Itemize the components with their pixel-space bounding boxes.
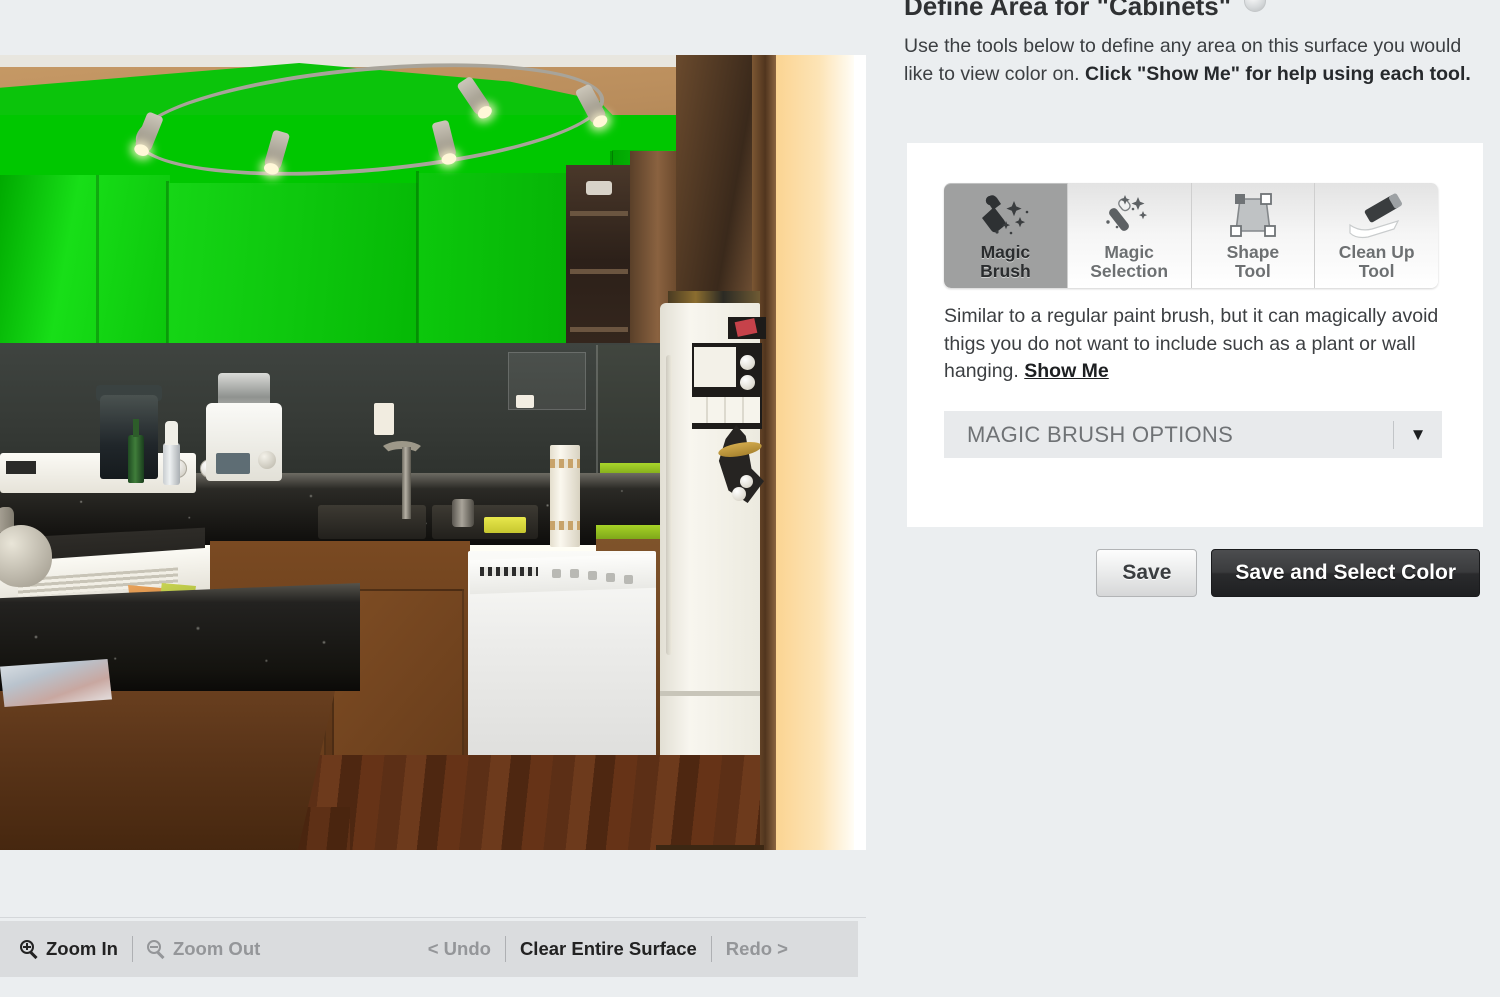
wall-panel	[508, 352, 586, 410]
fridge-magnet	[740, 355, 755, 370]
stove-display	[6, 461, 36, 474]
sponge	[484, 517, 526, 533]
appliance-screen	[216, 453, 250, 474]
tab-clean-up-tool-label: Clean Up Tool	[1338, 242, 1415, 282]
page-title: Define Area for "Cabinets"	[904, 0, 1232, 21]
tab-magic-selection-label: Magic Selection	[1090, 242, 1169, 282]
faucet-neck	[402, 447, 411, 519]
fridge-note	[694, 347, 736, 387]
shape-polygon-icon	[1222, 191, 1284, 239]
wine-bottle	[128, 419, 144, 483]
history-controls: < Undo Clear Entire Surface Redo >	[414, 936, 858, 962]
papers-on-island	[0, 659, 112, 707]
save-and-select-color-button[interactable]: Save and Select Color	[1211, 549, 1480, 597]
magic-brush-options-accordion[interactable]: MAGIC BRUSH OPTIONS ▼	[944, 411, 1442, 458]
photo-layers	[0, 55, 854, 850]
zoom-in-icon	[20, 939, 39, 959]
action-buttons: Save Save and Select Color	[866, 549, 1500, 597]
appliance-dial	[258, 451, 276, 469]
define-area-panel: Define Area for "Cabinets" Use the tools…	[866, 0, 1500, 997]
options-right: ▼	[1393, 411, 1442, 458]
canvas-bottom-margin	[0, 850, 866, 917]
fridge-magnet	[740, 475, 753, 488]
magic-wand-icon	[1098, 191, 1160, 239]
spray-bottle	[163, 421, 180, 485]
tab-magic-brush[interactable]: Magic Brush	[944, 183, 1068, 288]
far-wall	[776, 55, 854, 850]
fridge-calendar	[690, 397, 760, 423]
tool-description-text: Similar to a regular paint brush, but it…	[944, 305, 1439, 383]
redo-button[interactable]: Redo >	[712, 938, 802, 960]
zoom-out-icon	[146, 939, 166, 959]
magic-brush-icon	[974, 191, 1036, 239]
zoom-in-label: Zoom In	[46, 938, 118, 959]
zoom-out-label: Zoom Out	[172, 938, 261, 959]
undo-button[interactable]: < Undo	[414, 938, 505, 960]
light-switch	[374, 403, 394, 435]
soap-dispenser	[452, 499, 474, 527]
paper-towel-band	[550, 459, 580, 468]
chevron-down-icon[interactable]: ▼	[1394, 425, 1442, 445]
room-photo[interactable]	[0, 55, 854, 850]
fridge-magnet	[740, 375, 755, 390]
paper-towel-band	[550, 521, 580, 530]
fridge-door-seam	[660, 691, 760, 696]
help-circle-icon[interactable]	[1244, 0, 1266, 12]
eraser-icon	[1346, 191, 1408, 239]
fridge-magnet	[732, 487, 746, 501]
canvas-toolbar: Zoom In Zoom Out < Undo Clear Entire Sur…	[0, 921, 858, 977]
clear-entire-surface-button[interactable]: Clear Entire Surface	[506, 938, 711, 960]
tool-tab-strip: Magic Brush Magic Selection Shape Tool C…	[944, 183, 1438, 288]
tool-description: Similar to a regular paint brush, but it…	[944, 303, 1454, 386]
tab-shape-tool[interactable]: Shape Tool	[1192, 183, 1316, 288]
zoom-in-button[interactable]: Zoom In	[6, 938, 132, 960]
tab-clean-up-tool[interactable]: Clean Up Tool	[1315, 183, 1438, 288]
tab-shape-tool-label: Shape Tool	[1226, 242, 1280, 282]
options-label: MAGIC BRUSH OPTIONS	[967, 421, 1234, 447]
tool-card: Magic Brush Magic Selection Shape Tool C…	[907, 143, 1483, 527]
zoom-controls: Zoom In Zoom Out	[0, 936, 274, 962]
panel-intro: Use the tools below to define any area o…	[904, 33, 1494, 88]
fridge-magnet	[728, 317, 766, 339]
show-me-link[interactable]: Show Me	[1024, 360, 1109, 382]
intro-bold-text: Click "Show Me" for help using each tool…	[1085, 62, 1471, 85]
canvas-right-margin	[854, 55, 866, 850]
fridge-handle	[666, 355, 672, 655]
save-button[interactable]: Save	[1096, 549, 1198, 597]
baseboard	[656, 845, 764, 850]
image-canvas-panel[interactable]	[0, 0, 866, 918]
wood-floor	[300, 755, 760, 850]
tab-magic-brush-label: Magic Brush	[980, 242, 1031, 282]
zoom-out-button[interactable]: Zoom Out	[133, 938, 274, 960]
dishwasher-indicators	[480, 567, 538, 576]
app-root: Zoom In Zoom Out < Undo Clear Entire Sur…	[0, 0, 1500, 997]
tab-magic-selection[interactable]: Magic Selection	[1068, 183, 1192, 288]
canvas-top-margin	[0, 0, 866, 55]
